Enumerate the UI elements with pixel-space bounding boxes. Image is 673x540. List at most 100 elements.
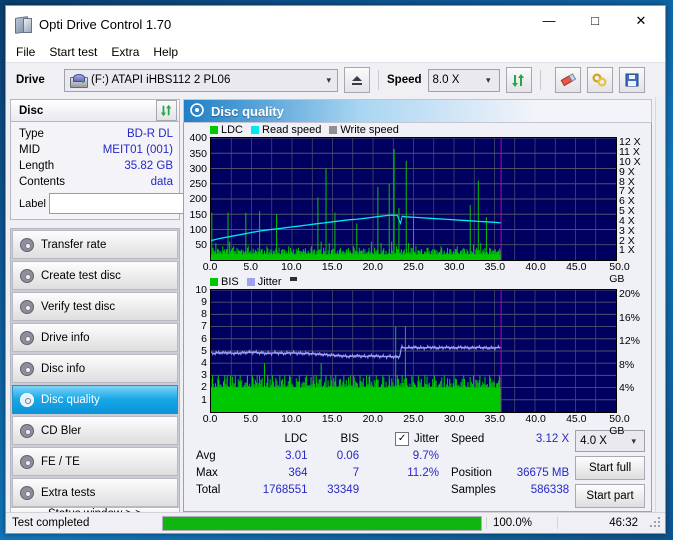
axis-tick-label: 16% (619, 311, 641, 324)
start-part-button[interactable]: Start part (575, 484, 646, 508)
axis-tick-label: 10.0 (281, 412, 302, 425)
axis-tick-label: 200 (189, 193, 207, 206)
stats-bis-total: 33349 (327, 483, 360, 496)
minimize-button[interactable]: — (526, 6, 572, 35)
stats-jitter-total (359, 481, 439, 498)
axis-tick-label: 5.0 (243, 261, 258, 274)
disc-info-panel: Type BD-R DL MID MEIT01 (001) Length 35.… (10, 122, 256, 220)
axis-tick-label: 50.0 GB (609, 261, 630, 286)
legend-entry-bis: BIS (210, 276, 239, 288)
chevron-down-icon: ▾ (485, 74, 491, 85)
app-window: Opti Drive Control 1.70 — □ ✕ File Start… (5, 5, 666, 534)
page-title: Disc quality (211, 103, 284, 119)
sidebar-item-disc-info[interactable]: Disc info (12, 354, 178, 383)
sidebar-item-label: Drive info (41, 331, 90, 344)
stats-label-max: Max (196, 466, 218, 479)
menu-start-test[interactable]: Start test (49, 43, 106, 61)
disc-label-row: Label (19, 193, 256, 214)
disc-icon (20, 454, 34, 469)
chart-bis: 10 9 8 7 6 5 4 3 2 1 20% 16% 12% 8% 4% (184, 284, 651, 413)
chart-ldc: 400 350 300 250 200 150 100 50 12 X 11 X 10 X9 X8… (184, 132, 651, 262)
start-full-button[interactable]: Start full (575, 456, 646, 480)
sidebar-item-fe-te[interactable]: FE / TE (12, 447, 178, 476)
stats-label-position: Position (450, 466, 492, 479)
axis-tick-label: 1 (201, 393, 207, 406)
disc-length-label: Length (19, 160, 55, 172)
stats-header-spacer (196, 430, 248, 447)
menu-bar: File Start test Extra Help (6, 42, 665, 62)
menu-help[interactable]: Help (153, 43, 187, 61)
sidebar: Disc Type BD-R DL MID MEIT01 (001) Lengt… (6, 97, 256, 521)
stats-ldc-total: 1768551 (262, 483, 308, 496)
axis-tick-label: 25.0 (403, 261, 424, 274)
disc-icon (20, 237, 34, 252)
sidebar-item-drive-info[interactable]: Drive info (12, 323, 178, 352)
jitter-checkbox[interactable]: ✓ (395, 431, 410, 446)
sidebar-item-label: Create test disc (41, 269, 121, 282)
axis-tick-label: 45.0 (566, 412, 587, 425)
axis-tick-label: 20.0 (362, 412, 384, 425)
stats-position-value: 36675 MB (516, 466, 570, 479)
close-button[interactable]: ✕ (618, 6, 664, 35)
legend-entry-write-speed: Write speed (329, 124, 399, 136)
sidebar-item-label: Verify test disc (41, 300, 116, 313)
axis-tick-label: 4 (201, 356, 207, 369)
refresh-icon (160, 104, 172, 117)
chart2-x-axis: 0.0 5.0 10.0 15.0 20.0 25.0 30.0 35.0 40.0 45.0 50… (203, 412, 630, 437)
speed-select[interactable]: 8.0 X ▾ (427, 68, 500, 92)
title-bar: Opti Drive Control 1.70 — □ ✕ (6, 6, 665, 42)
axis-tick-label: 8% (619, 358, 635, 371)
menu-extra[interactable]: Extra (111, 43, 148, 61)
disc-info-row: Contents data (19, 174, 173, 190)
vertical-scrollbar[interactable] (655, 97, 665, 512)
axis-tick-label: 10 (195, 283, 207, 296)
maximize-button[interactable]: □ (572, 6, 618, 35)
disc-refresh-button[interactable] (156, 100, 177, 121)
sidebar-item-create-test-disc[interactable]: Create test disc (12, 261, 178, 290)
action-buttons: 4.0 X ▾ Start full Start part (575, 430, 649, 508)
resize-grip-icon[interactable] (650, 517, 662, 529)
chart2-y-axis: 10 9 8 7 6 5 4 3 2 1 (184, 284, 210, 413)
eject-button[interactable] (344, 67, 370, 93)
axis-tick-label: 30.0 (443, 412, 465, 425)
disc-info-row: Type BD-R DL (19, 126, 173, 142)
disc-icon (20, 423, 34, 438)
sidebar-item-cd-bler[interactable]: CD Bler (12, 416, 178, 445)
link-button[interactable] (586, 67, 613, 93)
disc-info-row: MID MEIT01 (001) (19, 142, 173, 158)
chart1-plot[interactable] (210, 137, 617, 262)
window-title: Opti Drive Control 1.70 (39, 16, 172, 32)
legend-entry-jitter: Jitter (246, 276, 282, 288)
sidebar-item-disc-quality[interactable]: Disc quality (12, 385, 178, 414)
sidebar-item-verify-test-disc[interactable]: Verify test disc (12, 292, 178, 321)
drive-toolbar: Drive (F:) ATAPI iHBS112 2 PL06 ▾ Speed … (6, 62, 665, 97)
menu-file[interactable]: File (16, 43, 44, 61)
disc-icon (20, 330, 34, 345)
chart2-plot[interactable] (210, 288, 617, 413)
axis-tick-label: 25.0 (403, 412, 424, 425)
stats-bis-max: 7 (352, 466, 360, 479)
axis-tick-label: 1 X (619, 244, 635, 257)
drive-label: Drive (16, 74, 45, 86)
sidebar-item-label: Transfer rate (41, 238, 107, 251)
chart1-y2-axis: 12 X 11 X 10 X9 X8 X7 X6 X5 X4 X3 X2 X1 X (617, 136, 651, 261)
axis-tick-label: 8 (201, 308, 207, 321)
progress-percent: 100.0% (486, 517, 557, 529)
disc-icon (20, 299, 34, 314)
erase-button[interactable] (554, 67, 581, 93)
stats-col-keys-2: Speed Position Samples (439, 430, 503, 508)
stats-label-avg: Avg (196, 449, 216, 462)
axis-tick-label: 12% (619, 335, 641, 348)
refresh-button[interactable] (505, 67, 532, 93)
axis-tick-label: 350 (189, 147, 207, 160)
sidebar-item-extra-tests[interactable]: Extra tests (12, 478, 178, 507)
drive-select[interactable]: (F:) ATAPI iHBS112 2 PL06 ▾ (64, 68, 338, 92)
chart2-legend: BIS Jitter (184, 275, 651, 289)
disc-label-caption: Label (19, 197, 46, 210)
save-button[interactable] (618, 67, 645, 93)
disc-icon (20, 485, 34, 500)
disc-icon (190, 102, 204, 120)
sidebar-item-transfer-rate[interactable]: Transfer rate (12, 230, 178, 259)
disc-icon (20, 361, 34, 376)
axis-tick-label: 100 (189, 223, 207, 236)
